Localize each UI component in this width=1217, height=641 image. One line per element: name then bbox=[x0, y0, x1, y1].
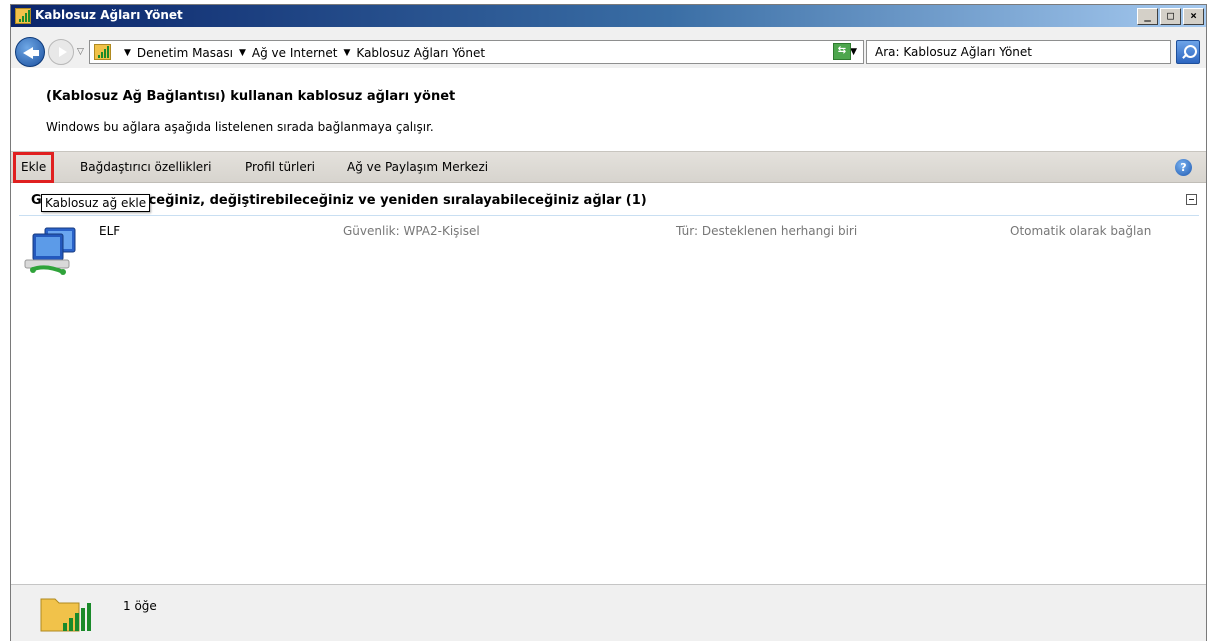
refresh-icon[interactable]: ⇆ bbox=[833, 43, 851, 60]
network-security: Güvenlik: WPA2-Kişisel bbox=[343, 224, 480, 238]
search-input[interactable]: Ara: Kablosuz Ağları Yönet bbox=[866, 40, 1171, 64]
address-field[interactable]: ▼ Denetim Masası ▼ Ağ ve Internet ▼ Kabl… bbox=[89, 40, 864, 64]
breadcrumb-item[interactable]: Denetim Masası bbox=[137, 46, 233, 60]
page-description: Windows bu ağlara aşağıda listelenen sır… bbox=[46, 120, 434, 134]
search-icon[interactable] bbox=[1176, 40, 1200, 64]
wireless-signal-folder-icon bbox=[40, 598, 91, 632]
address-dropdown-icon[interactable]: ▼ bbox=[850, 47, 857, 57]
network-connect-mode: Otomatik olarak bağlan bbox=[1010, 224, 1152, 238]
wireless-signal-icon bbox=[94, 44, 111, 60]
breadcrumb-item[interactable]: Kablosuz Ağları Yönet bbox=[356, 46, 485, 60]
chevron-down-icon[interactable]: ▼ bbox=[124, 48, 131, 58]
network-group-header[interactable]: Görüntüleyebileceğiniz, değiştirebileceğ… bbox=[11, 186, 1206, 216]
network-center-button[interactable]: Ağ ve Paylaşım Merkezi bbox=[342, 152, 493, 183]
group-divider bbox=[19, 215, 1199, 216]
wireless-computers-icon bbox=[24, 227, 76, 275]
wireless-signal-icon bbox=[15, 8, 31, 24]
address-bar-area: ▽ ▼ Denetim Masası ▼ Ağ ve Internet ▼ Ka… bbox=[11, 28, 1206, 68]
maximize-button[interactable]: □ bbox=[1160, 8, 1181, 25]
window: Kablosuz Ağları Yönet _ □ × ▽ ▼ Denetim … bbox=[10, 4, 1207, 641]
collapse-icon[interactable] bbox=[1186, 194, 1197, 205]
status-bar: 1 öğe bbox=[11, 584, 1206, 641]
page-title: (Kablosuz Ağ Bağlantısı) kullanan kablos… bbox=[46, 89, 456, 104]
breadcrumb: ▼ Denetim Masası ▼ Ağ ve Internet ▼ Kabl… bbox=[118, 46, 485, 60]
chevron-down-icon[interactable]: ▼ bbox=[344, 48, 351, 58]
close-button[interactable]: × bbox=[1183, 8, 1204, 25]
command-toolbar: Ekle Bağdaştırıcı özellikleri Profil tür… bbox=[11, 151, 1206, 183]
chevron-down-icon[interactable]: ▼ bbox=[239, 48, 246, 58]
recent-pages-dropdown-icon[interactable]: ▽ bbox=[77, 47, 84, 57]
back-arrow-icon[interactable] bbox=[15, 37, 45, 67]
adapter-properties-button[interactable]: Bağdaştırıcı özellikleri bbox=[75, 152, 216, 183]
profile-types-button[interactable]: Profil türleri bbox=[240, 152, 320, 183]
main-content: (Kablosuz Ağ Bağlantısı) kullanan kablos… bbox=[11, 68, 1206, 584]
item-count: 1 öğe bbox=[123, 599, 157, 613]
tooltip: Kablosuz ağ ekle bbox=[41, 194, 151, 212]
window-title: Kablosuz Ağları Yönet bbox=[35, 8, 183, 22]
breadcrumb-item[interactable]: Ağ ve Internet bbox=[252, 46, 338, 60]
network-list-item[interactable]: ELF Güvenlik: WPA2-Kişisel Tür: Destekle… bbox=[19, 220, 1199, 284]
forward-arrow-icon[interactable] bbox=[48, 39, 74, 65]
minimize-button[interactable]: _ bbox=[1137, 8, 1158, 25]
network-name: ELF bbox=[99, 224, 121, 238]
title-bar[interactable]: Kablosuz Ağları Yönet _ □ × bbox=[11, 5, 1206, 27]
help-icon[interactable]: ? bbox=[1175, 159, 1192, 176]
add-button[interactable]: Ekle bbox=[13, 152, 55, 183]
network-type: Tür: Desteklenen herhangi biri bbox=[676, 224, 858, 238]
